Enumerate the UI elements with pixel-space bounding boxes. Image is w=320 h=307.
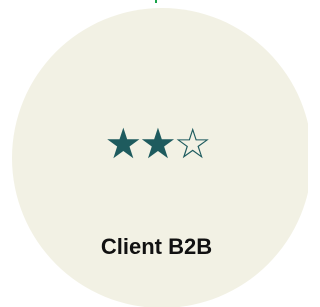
top-accent-mark bbox=[155, 0, 157, 3]
star-rating: ★★☆ bbox=[0, 120, 308, 168]
page: ★★☆ Client B2B bbox=[0, 0, 308, 307]
star-filled-icon: ★ bbox=[139, 119, 177, 168]
card-title: Client B2B bbox=[100, 234, 213, 259]
star-empty-icon: ☆ bbox=[173, 119, 212, 168]
star-filled-icon: ★ bbox=[104, 119, 143, 168]
